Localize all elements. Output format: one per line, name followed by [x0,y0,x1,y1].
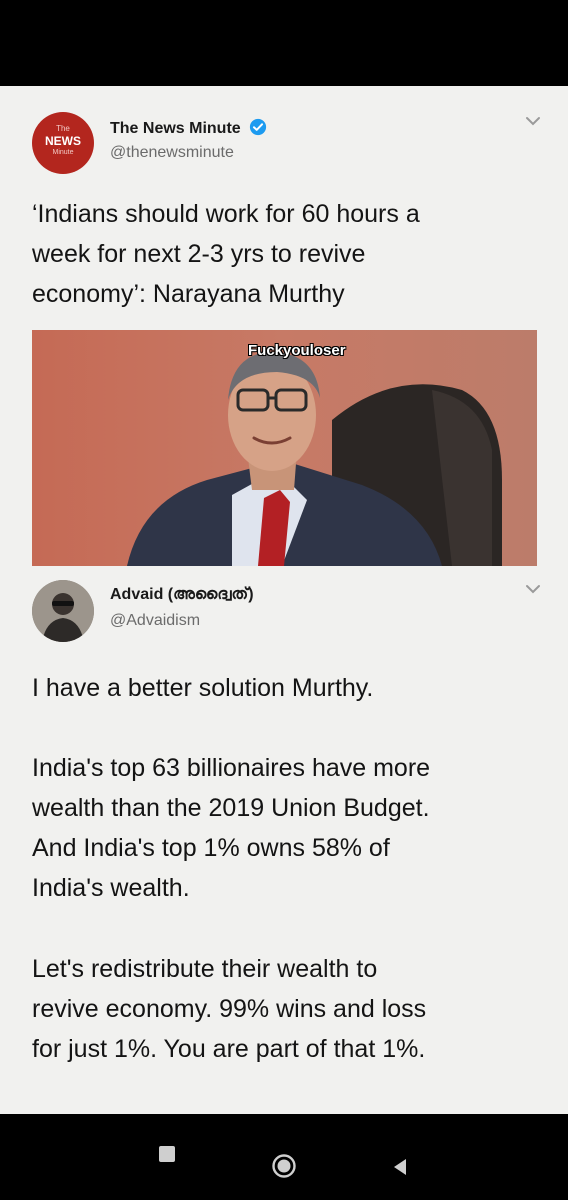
tweet1-text: ‘Indians should work for 60 hours a week… [32,194,532,314]
meme-caption: Fuckyouloser [248,342,346,359]
tweet2-text-line: revive economy. 99% wins and loss [32,995,427,1023]
status-bar [0,0,568,86]
home-icon[interactable] [271,1153,297,1179]
tweet2-text-line: wealth than the 2019 Union Budget. [32,794,430,822]
tweet2-text-line: India's top 63 billionaires have more [32,754,431,782]
tweet2-paragraph: India's top 63 billionaires have more we… [32,748,532,908]
tweet2-paragraph: Let's redistribute their wealth to reviv… [32,949,532,1069]
tweet2-text-line: India's wealth. [32,874,190,902]
tweet1-chevron-down-icon[interactable] [524,114,542,128]
tweet2-header: Advaid (അദ്വൈത്) @Advaidism [32,580,542,642]
advaid-avatar[interactable] [32,580,94,642]
tweet1-text-line: economy’: Narayana Murthy [32,280,345,308]
tnm-avatar-top-text: The [56,124,70,133]
tweet2-handle[interactable]: @Advaidism [110,612,200,630]
tweet2-text-line: for just 1%. You are part of that 1%. [32,1035,426,1063]
tweet2-text-line: I have a better solution Murthy. [32,674,374,702]
tweet1-photo[interactable]: Fuckyouloser [32,330,537,566]
tweet1-handle[interactable]: @thenewsminute [110,144,234,162]
tweet1-text-line: ‘Indians should work for 60 hours a [32,200,420,228]
back-icon[interactable] [391,1157,409,1177]
recent-apps-icon[interactable] [157,1144,177,1164]
tweet2-text-line: And India's top 1% owns 58% of [32,834,390,862]
tweet1-text-line: week for next 2-3 yrs to revive [32,240,366,268]
tweet1-name-line[interactable]: The News Minute [110,118,267,138]
tnm-avatar-sub-text: Minute [52,149,74,156]
verified-badge-icon [250,118,267,136]
tweet2-chevron-down-icon[interactable] [524,582,542,596]
tweet1-account-name[interactable]: The News Minute [110,120,241,137]
navigation-bar [0,1114,568,1200]
tweet1-header: The NEWS Minute The News Minute @thenews… [32,112,542,174]
tnm-avatar[interactable]: The NEWS Minute [32,112,94,174]
tweet2-paragraph: I have a better solution Murthy. [32,668,532,708]
screenshot-content: The NEWS Minute The News Minute @thenews… [0,86,568,1114]
tnm-avatar-main-text: NEWS [45,134,81,148]
tweet2-account-name[interactable]: Advaid (അദ്വൈത്) [110,586,254,604]
tweet2-text-line: Let's redistribute their wealth to [32,955,378,983]
person-photo-illustration [127,351,502,566]
profile-person-icon [32,580,94,642]
